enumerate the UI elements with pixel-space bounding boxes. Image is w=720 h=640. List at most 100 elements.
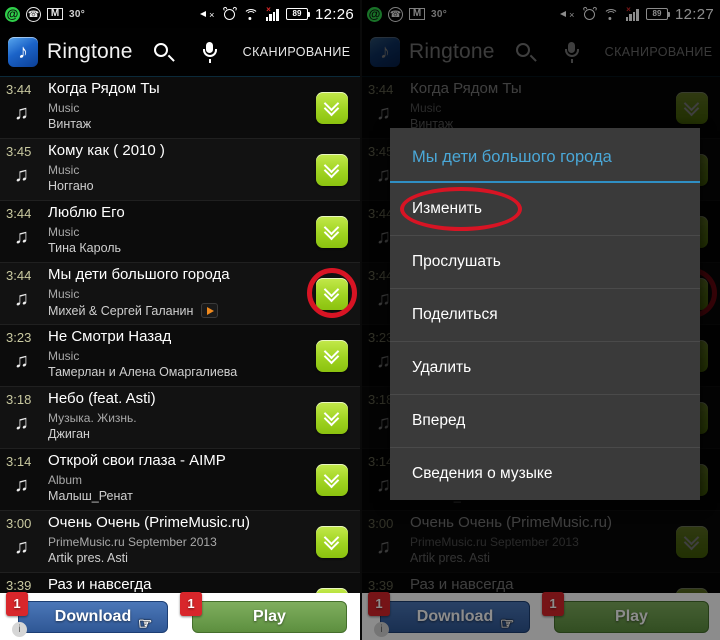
track-artist: Ноггано — [48, 179, 94, 193]
wifi-icon — [243, 8, 259, 20]
track-duration: 3:00 — [6, 516, 32, 531]
microphone-icon — [202, 41, 217, 63]
dialog-menu-item[interactable]: Поделиться — [390, 289, 700, 342]
dialog-menu-item-label: Удалить — [412, 359, 472, 376]
dialog-menu-item-label: Прослушать — [412, 253, 501, 270]
app-header-left: Ringtone СКАНИРОВАНИЕ — [0, 28, 360, 77]
play-label: Play — [253, 607, 286, 625]
temperature-label: 30° — [69, 8, 86, 20]
track-artist-label: Artik pres. Asti — [48, 551, 128, 565]
signal-icon: × — [265, 5, 279, 21]
voice-search-button[interactable] — [187, 29, 233, 75]
track-duration: 3:18 — [6, 392, 32, 407]
track-title: Раз и навсегда — [48, 576, 152, 593]
track-row[interactable]: 3:00 ♫ Очень Очень (PrimeMusic.ru) PrimeMus… — [0, 511, 360, 573]
track-row[interactable]: 3:23 ♫ Не Смотри Назад Music Тамерлан и Ален… — [0, 325, 360, 387]
scan-button[interactable]: СКАНИРОВАНИЕ — [233, 45, 360, 59]
track-title: Небо (feat. Asti) — [48, 390, 156, 407]
track-title: Люблю Его — [48, 204, 125, 221]
status-right-icons: × × 89 12:26 — [199, 5, 354, 23]
download-badge: 1 — [6, 591, 28, 616]
status-bar-left: 30° × × 89 12:26 — [0, 0, 360, 28]
music-note-icon: ♫ — [14, 536, 29, 558]
dialog-menu-item[interactable]: Прослушать — [390, 236, 700, 289]
download-track-button[interactable] — [316, 154, 348, 186]
track-album: Album — [48, 473, 83, 487]
track-artist-label: Джиган — [48, 427, 90, 441]
dialog-menu-item[interactable]: Изменить — [390, 183, 700, 236]
double-chevron-down-icon — [323, 95, 340, 116]
play-badge-icon[interactable] — [201, 303, 219, 318]
track-duration: 3:45 — [6, 144, 32, 159]
track-row[interactable]: 3:18 ♫ Небо (feat. Asti) Музыка. Жизнь. Джиг… — [0, 387, 360, 449]
at-circle-icon — [5, 6, 20, 22]
double-chevron-down-icon — [323, 281, 340, 302]
track-duration: 3:44 — [6, 268, 32, 283]
track-artist: Artik pres. Asti — [48, 551, 128, 565]
track-artist-label: Винтаж — [48, 117, 92, 131]
mute-icon: × — [199, 8, 216, 21]
double-chevron-down-icon — [323, 529, 340, 550]
dialog-menu-item[interactable]: Вперед — [390, 395, 700, 448]
track-artist-label: Малыш_Ренат — [48, 489, 133, 503]
double-chevron-down-icon — [323, 219, 340, 240]
download-track-button[interactable] — [316, 340, 348, 372]
music-note-icon: ♫ — [14, 226, 29, 248]
track-title: Очень Очень (PrimeMusic.ru) — [48, 514, 251, 531]
music-note-icon: ♫ — [14, 412, 29, 434]
download-track-button[interactable] — [316, 92, 348, 124]
track-title: Не Смотри Назад — [48, 328, 172, 345]
track-duration: 3:14 — [6, 454, 32, 469]
track-artist-label: Тамерлан и Алена Омаргалиева — [48, 365, 238, 379]
dialog-menu-item-label: Сведения о музыке — [412, 465, 553, 482]
music-note-icon: ♫ — [14, 102, 29, 124]
clock-label: 12:26 — [314, 5, 354, 23]
battery-level: 89 — [292, 9, 302, 18]
dialog-menu-item-label: Вперед — [412, 412, 466, 429]
download-label: Download — [54, 607, 132, 625]
track-row[interactable]: 3:44 ♫ Когда Рядом Ты Music Винтаж — [0, 77, 360, 139]
track-album: Music — [48, 225, 80, 239]
download-track-button[interactable] — [316, 216, 348, 248]
dialog-menu-item[interactable]: Удалить — [390, 342, 700, 395]
track-artist: Тина Кароль — [48, 241, 121, 255]
music-note-icon: ♫ — [14, 288, 29, 310]
track-duration: 3:44 — [6, 206, 32, 221]
track-duration: 3:39 — [6, 578, 32, 593]
track-row[interactable]: 3:14 ♫ Открой свои глаза - AIMP Album Малыш_… — [0, 449, 360, 511]
search-button[interactable] — [141, 29, 187, 75]
track-row[interactable]: 3:44 ♫ Мы дети большого города Music Михей &… — [0, 263, 360, 325]
play-button[interactable]: 1 Play — [180, 591, 347, 633]
track-list-left[interactable]: 3:44 ♫ Когда Рядом Ты Music Винтаж 3:45 ♫ Кому … — [0, 77, 360, 640]
dialog-menu-item-label: Поделиться — [412, 306, 498, 323]
track-title: Мы дети большого города — [48, 266, 230, 283]
track-row[interactable]: 3:45 ♫ Кому как ( 2010 ) Music Ноггано — [0, 139, 360, 201]
music-note-icon: ♫ — [14, 164, 29, 186]
double-chevron-down-icon — [323, 405, 340, 426]
download-track-button[interactable] — [316, 464, 348, 496]
ad-info-icon[interactable]: i — [12, 622, 27, 637]
download-track-button[interactable] — [316, 278, 348, 310]
track-artist: Тамерлан и Алена Омаргалиева — [48, 365, 237, 379]
dialog-menu-item-label: Изменить — [412, 200, 482, 217]
double-chevron-down-icon — [323, 467, 340, 488]
search-icon — [154, 42, 175, 63]
alarm-icon — [222, 6, 238, 21]
download-button[interactable]: 1 Download ☞ — [6, 591, 168, 633]
track-album: Music — [48, 349, 80, 363]
play-badge: 1 — [180, 591, 202, 616]
dialog-menu-item[interactable]: Сведения о музыке — [390, 448, 700, 500]
status-left-icons: 30° — [5, 6, 86, 22]
track-artist-label: Ноггано — [48, 179, 94, 193]
download-track-button[interactable] — [316, 526, 348, 558]
viber-icon — [26, 6, 41, 22]
app-logo-icon — [8, 37, 38, 67]
music-note-icon: ♫ — [14, 350, 29, 372]
track-row[interactable]: 3:44 ♫ Люблю Его Music Тина Кароль — [0, 201, 360, 263]
dialog-item-list[interactable]: Изменить Прослушать Поделиться Удалить Впере… — [390, 183, 700, 500]
track-duration: 3:23 — [6, 330, 32, 345]
app-title: Ringtone — [47, 40, 133, 63]
track-album: Музыка. Жизнь. — [48, 411, 137, 425]
mouse-cursor-icon: ☞ — [138, 615, 153, 633]
download-track-button[interactable] — [316, 402, 348, 434]
